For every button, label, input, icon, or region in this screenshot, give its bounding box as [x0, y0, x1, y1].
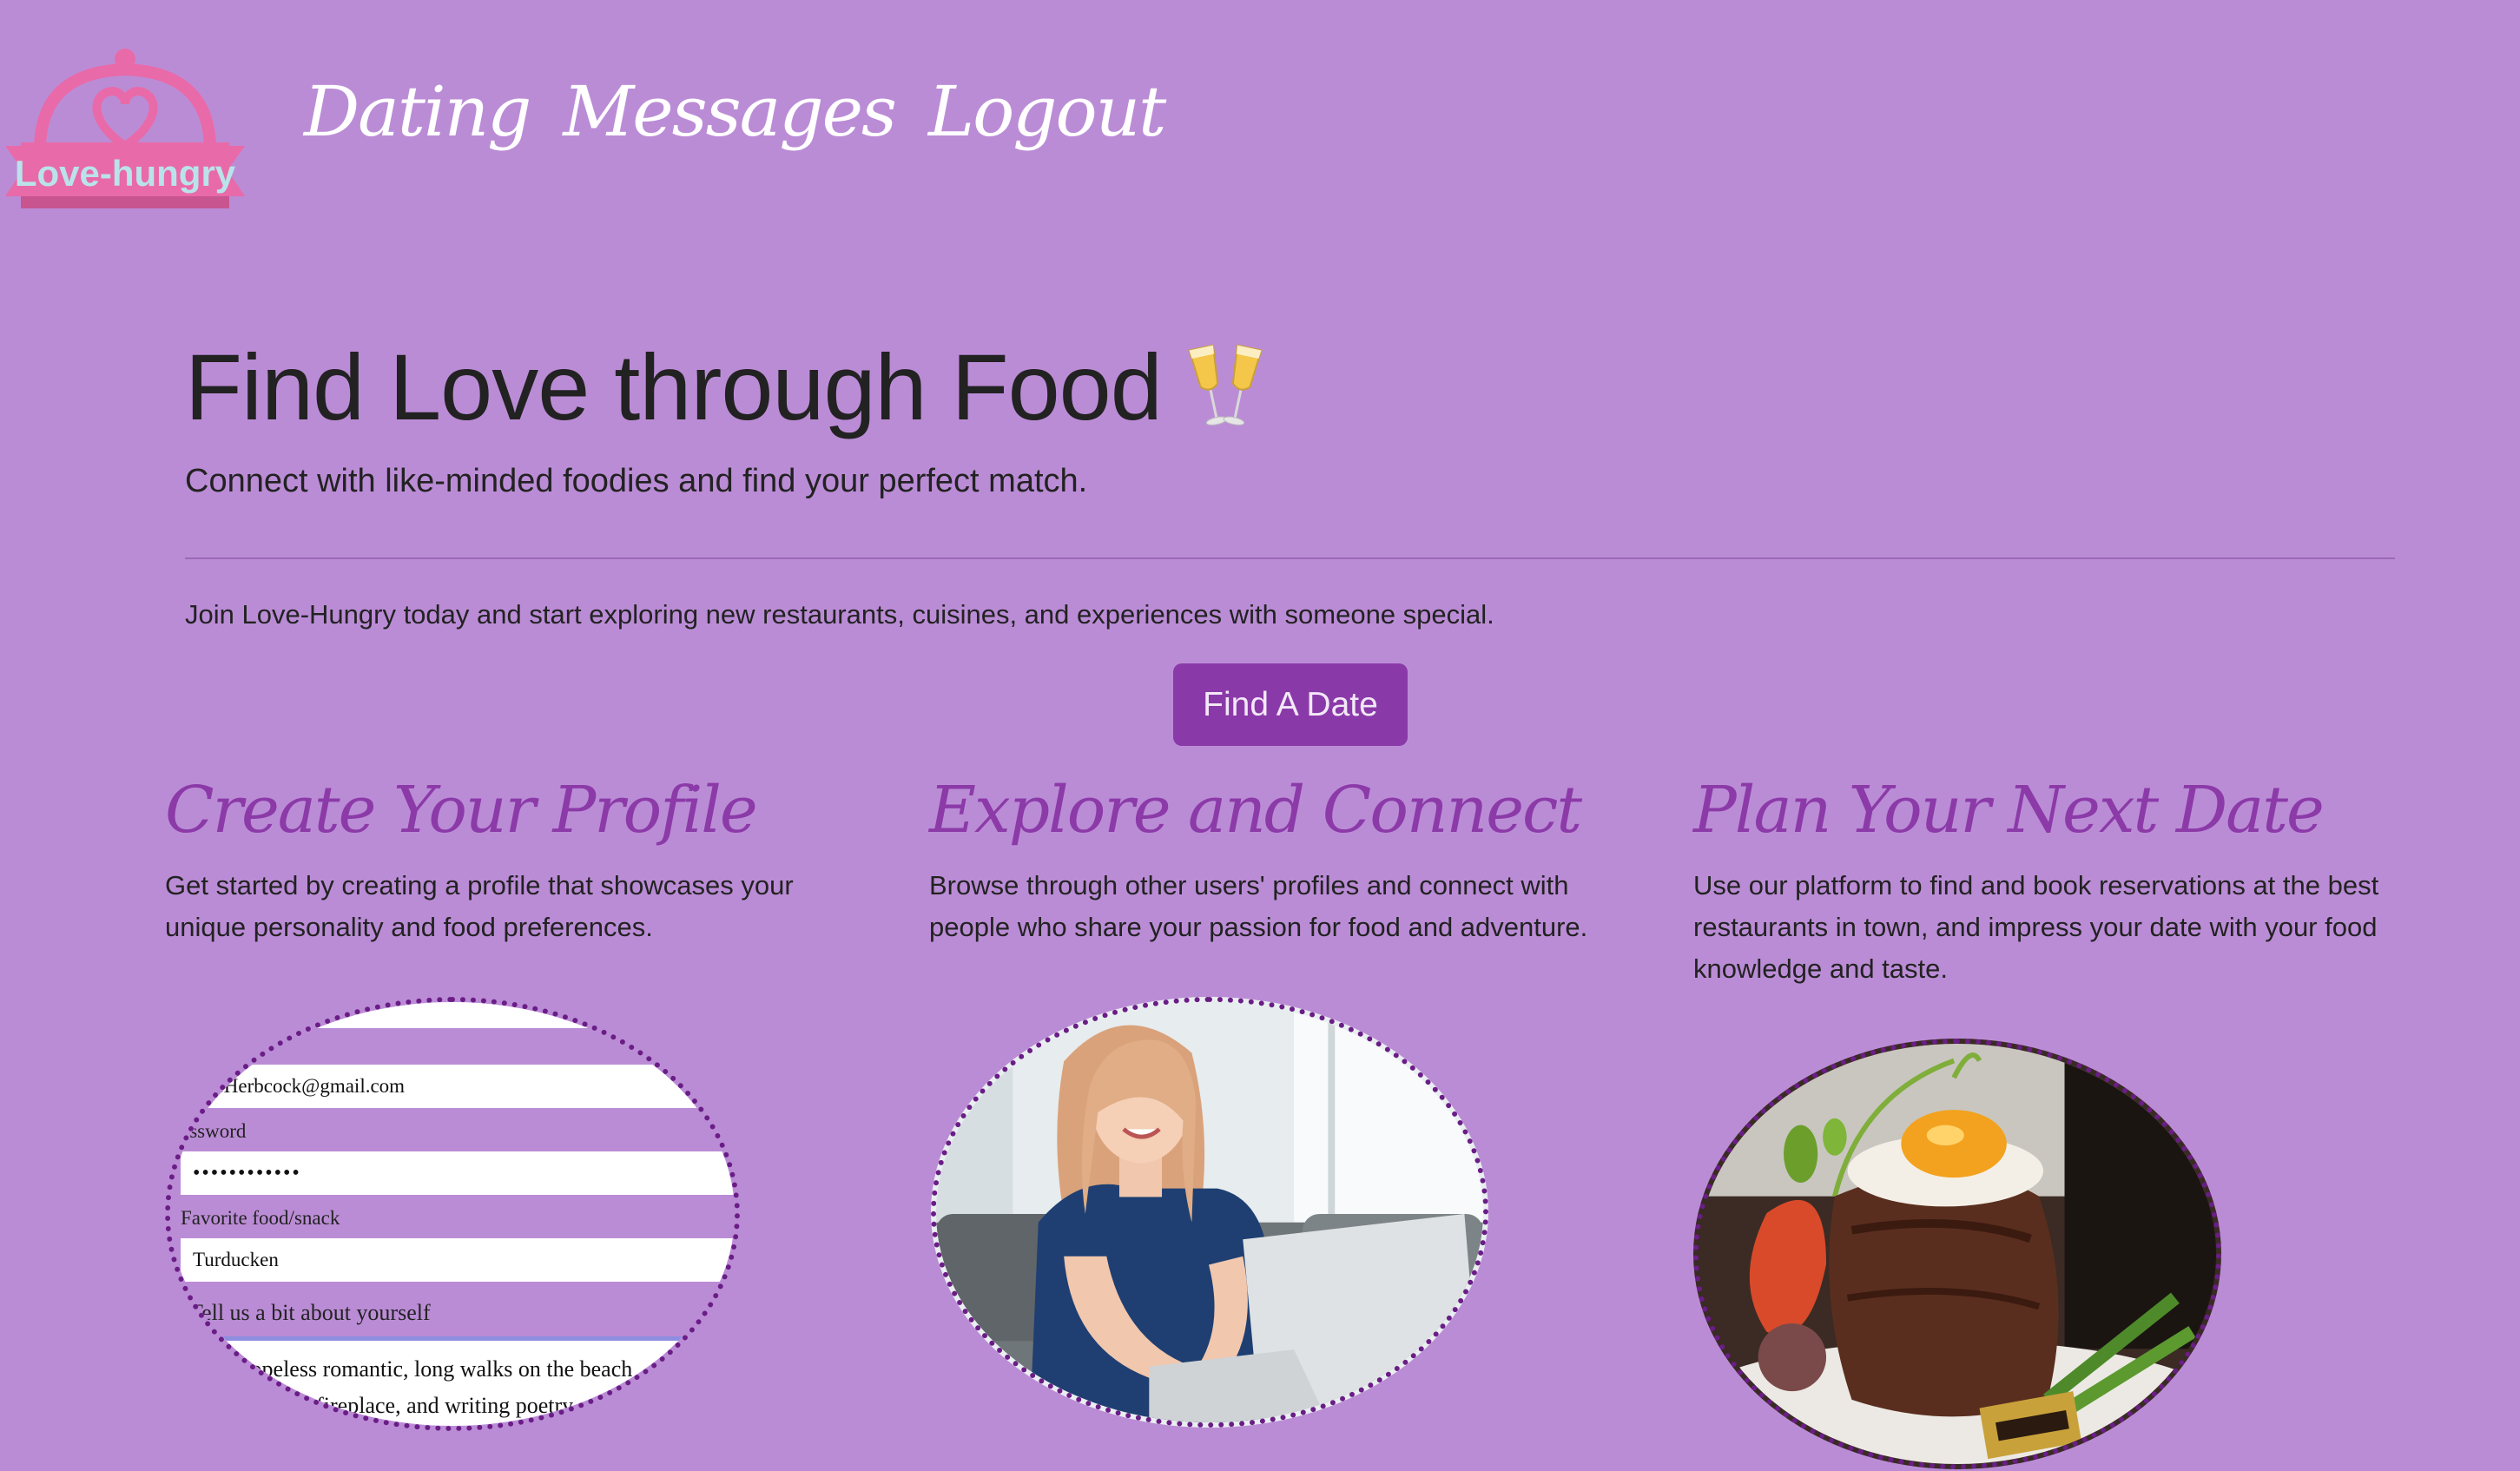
email-field: rbieHerbcock@gmail.com: [181, 1065, 735, 1108]
feature-heading: Plan Your Next Date: [1693, 773, 2325, 848]
nav-dating-link[interactable]: Dating: [304, 71, 531, 152]
feature-explore-connect: Explore and Connect Browse through other…: [929, 773, 1667, 948]
feature-heading: Explore and Connect: [929, 773, 1582, 848]
about-line: les by the fireplace, and writing poetry: [224, 1393, 574, 1418]
logo-text: Love-hungry: [15, 153, 236, 194]
woman-laptop-illustration: [936, 1002, 1483, 1422]
nav-logout-link[interactable]: Logout: [928, 71, 1166, 152]
clinking-glasses-icon: [1188, 343, 1263, 425]
main-nav: Dating Messages Logout: [304, 71, 1166, 152]
about-line: tiful eyes as they dance: [207, 1424, 721, 1426]
about-label: Tell us a bit about yourself: [189, 1300, 431, 1325]
feature-text: Browse through other users' profiles and…: [929, 870, 1588, 942]
feature-heading: Create Your Profile: [165, 773, 758, 848]
woman-laptop-photo: [931, 997, 1488, 1428]
profile-form-preview: rbieHerbcock@gmail.com assword •••••••••…: [165, 997, 740, 1431]
password-label: assword: [181, 1120, 247, 1142]
brand-logo[interactable]: Love-hungry: [5, 42, 245, 215]
food-field: Turducken: [181, 1238, 735, 1282]
feature-create-profile: Create Your Profile Get started by creat…: [165, 773, 903, 948]
find-a-date-button[interactable]: Find A Date: [1173, 663, 1408, 746]
love-hungry-logo-icon: Love-hungry: [5, 49, 245, 208]
hero-lead: Connect with like-minded foodies and fin…: [185, 463, 1088, 499]
steak-dish-photo: [1693, 1039, 2221, 1469]
about-textarea: n a hopeless romantic, long walks on the…: [181, 1336, 735, 1426]
password-field: ••••••••••••: [181, 1151, 735, 1195]
food-label: Favorite food/snack: [181, 1207, 340, 1229]
hero-join-text: Join Love-Hungry today and start explori…: [185, 599, 1494, 630]
feature-plan-date: Plan Your Next Date Use our platform to …: [1693, 773, 2431, 990]
about-line: n a hopeless romantic, long walks on the…: [207, 1356, 633, 1382]
feature-text: Use our platform to find and book reserv…: [1693, 870, 2379, 984]
steak-egg-illustration: [1699, 1044, 2216, 1464]
nav-messages-link[interactable]: Messages: [563, 71, 897, 152]
hero-divider: [185, 557, 2395, 559]
hero-title-text: Find Love through Food: [185, 334, 1163, 439]
hero-title: Find Love through Food: [185, 333, 1264, 441]
form-top-field: [181, 1002, 735, 1028]
feature-text: Get started by creating a profile that s…: [165, 870, 794, 942]
